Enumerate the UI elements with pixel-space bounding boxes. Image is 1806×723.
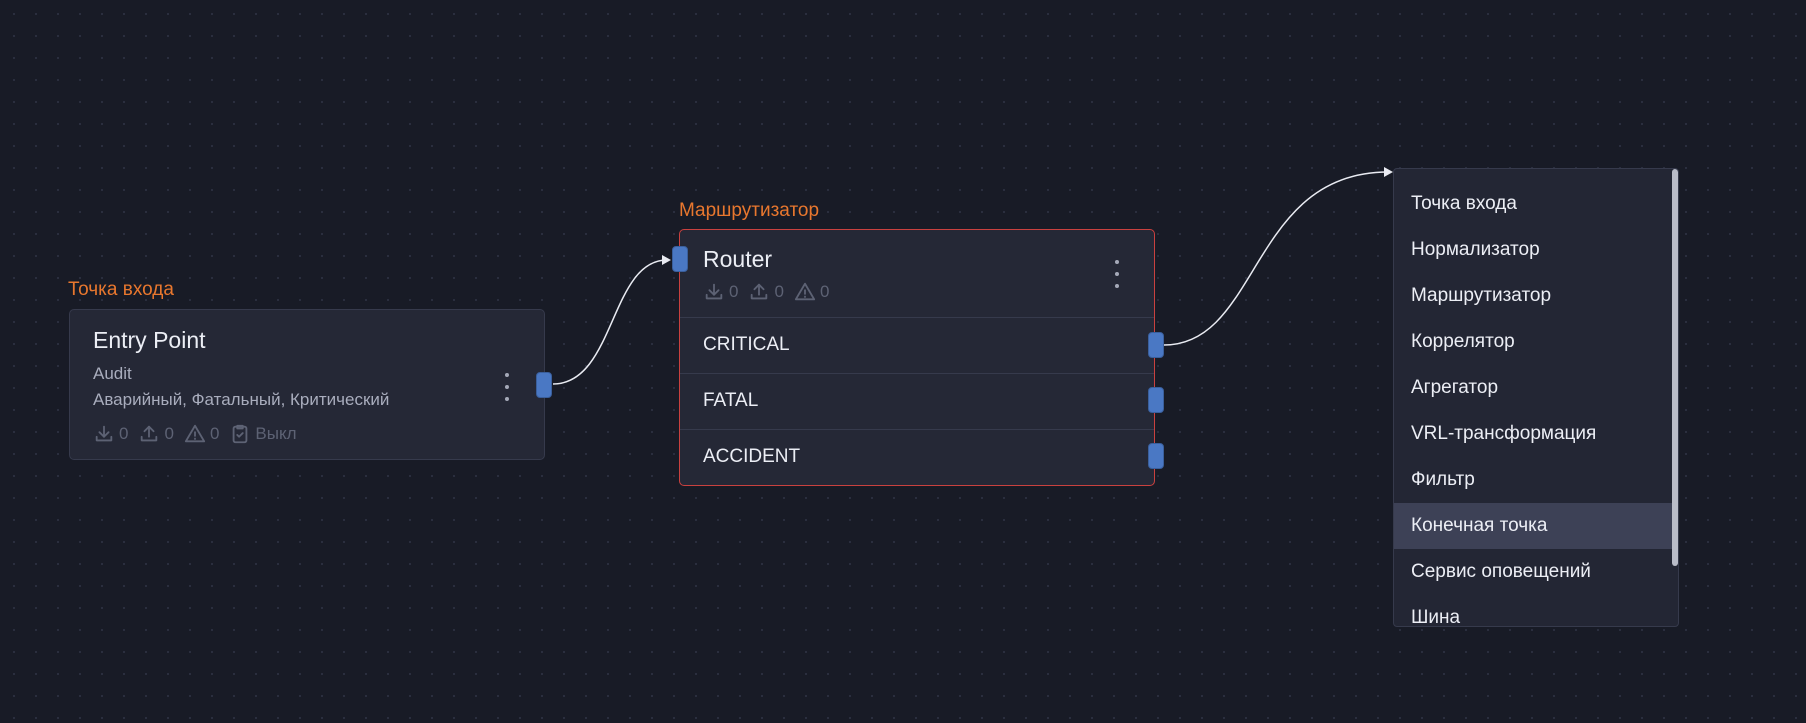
menu-item-vrl-transform[interactable]: VRL-трансформация [1394, 411, 1672, 457]
menu-scrollbar[interactable] [1672, 169, 1678, 566]
entry-node-title: Entry Point [93, 327, 206, 353]
router-stat-in: 0 [729, 282, 739, 301]
upload-icon [141, 425, 158, 442]
edge-pending-connection [1163, 171, 1389, 346]
entry-output-port[interactable] [536, 372, 552, 398]
menu-item-correlator[interactable]: Коррелятор [1394, 319, 1672, 365]
route-label: FATAL [703, 390, 759, 411]
menu-item-notification-service[interactable]: Сервис оповещений [1394, 549, 1672, 595]
route-row-fatal[interactable]: FATAL [680, 373, 1154, 429]
route-row-critical[interactable]: CRITICAL [680, 317, 1154, 373]
router-input-port[interactable] [672, 246, 688, 272]
menu-item-entry-point[interactable]: Точка входа [1394, 181, 1672, 227]
router-output-port-accident[interactable] [1148, 443, 1164, 469]
entry-point-node[interactable]: Entry Point Audit Аварийный, Фатальный, … [69, 309, 545, 460]
menu-item-endpoint[interactable]: Конечная точка [1394, 503, 1672, 549]
menu-item-normalizer[interactable]: Нормализатор [1394, 227, 1672, 273]
entry-node-subtitle: Audit [93, 364, 132, 383]
route-label: CRITICAL [703, 334, 790, 355]
route-row-accident[interactable]: ACCIDENT [680, 429, 1154, 485]
router-output-port-critical[interactable] [1148, 332, 1164, 358]
menu-item-filter[interactable]: Фильтр [1394, 457, 1672, 503]
router-node-stats: 0 0 0 [703, 281, 839, 303]
download-icon [705, 283, 723, 300]
upload-icon [751, 283, 768, 300]
warning-icon [184, 424, 206, 443]
route-label: ACCIDENT [703, 446, 801, 467]
router-stat-warn: 0 [819, 282, 830, 301]
edge-arrowhead-menu [1384, 167, 1393, 177]
edge-arrowhead-router [662, 255, 671, 265]
entry-node-stats: 0 0 0 Выкл [93, 423, 307, 445]
router-stat-out: 0 [774, 282, 784, 301]
entry-stat-out: 0 [164, 424, 174, 443]
warning-icon [794, 282, 816, 301]
edge-entry-to-router [552, 259, 668, 385]
router-node[interactable]: Router 0 0 0 CRITICAL FATAL ACCIDENT [679, 229, 1155, 486]
entry-stat-warn: 0 [209, 424, 220, 443]
menu-item-aggregator[interactable]: Агрегатор [1394, 365, 1672, 411]
node-type-menu[interactable]: Точка входа Нормализатор Маршрутизатор К… [1393, 168, 1679, 627]
menu-item-router[interactable]: Маршрутизатор [1394, 273, 1672, 319]
clipboard-check-icon [233, 424, 248, 444]
entry-node-caption: Точка входа [68, 279, 174, 300]
router-node-caption: Маршрутизатор [679, 200, 820, 221]
menu-item-bus[interactable]: Шина [1394, 595, 1672, 626]
entry-stat-in: 0 [119, 424, 129, 443]
router-node-title: Router [703, 246, 773, 272]
entry-node-levels: Аварийный, Фатальный, Критический [93, 390, 390, 409]
flow-canvas[interactable]: Точка входа Entry Point Audit Аварийный,… [0, 0, 1806, 723]
router-node-menu-button[interactable] [1107, 260, 1127, 288]
entry-node-menu-button[interactable] [497, 373, 517, 401]
entry-stat-switch: Выкл [255, 424, 297, 443]
download-icon [95, 425, 113, 442]
router-output-port-fatal[interactable] [1148, 387, 1164, 413]
